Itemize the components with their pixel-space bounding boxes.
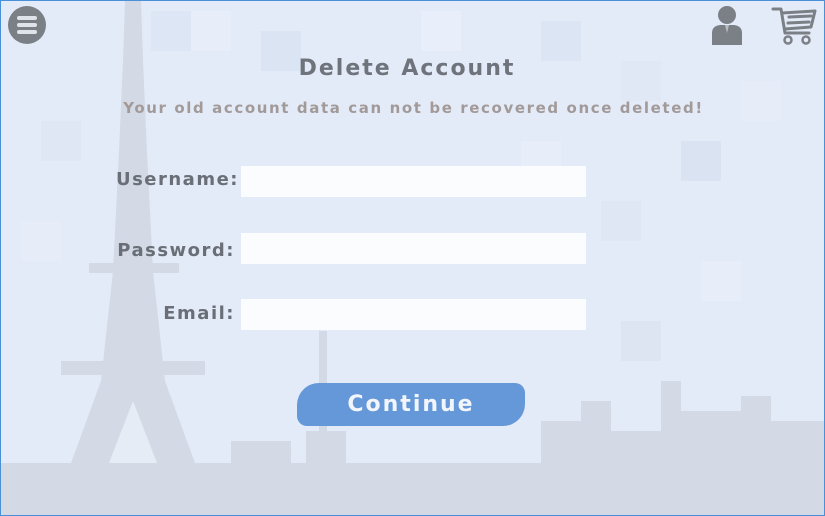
email-label: Email: (163, 303, 235, 324)
cart-button[interactable] (771, 5, 819, 47)
continue-button[interactable]: Continue (297, 383, 525, 426)
hamburger-menu-icon-bar (17, 23, 37, 27)
warning-message: Your old account data can not be recover… (123, 99, 704, 117)
email-field[interactable] (241, 299, 586, 330)
app-window: Delete Account Your old account data can… (0, 0, 825, 516)
shopping-cart-icon (771, 7, 817, 45)
username-label: Username: (115, 169, 239, 190)
menu-button[interactable] (8, 6, 46, 44)
hamburger-menu-icon-bar (17, 30, 37, 34)
hamburger-menu-icon (17, 16, 37, 20)
username-field[interactable] (241, 166, 586, 197)
user-profile-icon (712, 6, 742, 45)
page-title: Delete Account (298, 56, 516, 81)
password-field[interactable] (241, 233, 586, 264)
user-profile-button[interactable] (709, 3, 745, 45)
password-label: Password: (117, 240, 235, 261)
